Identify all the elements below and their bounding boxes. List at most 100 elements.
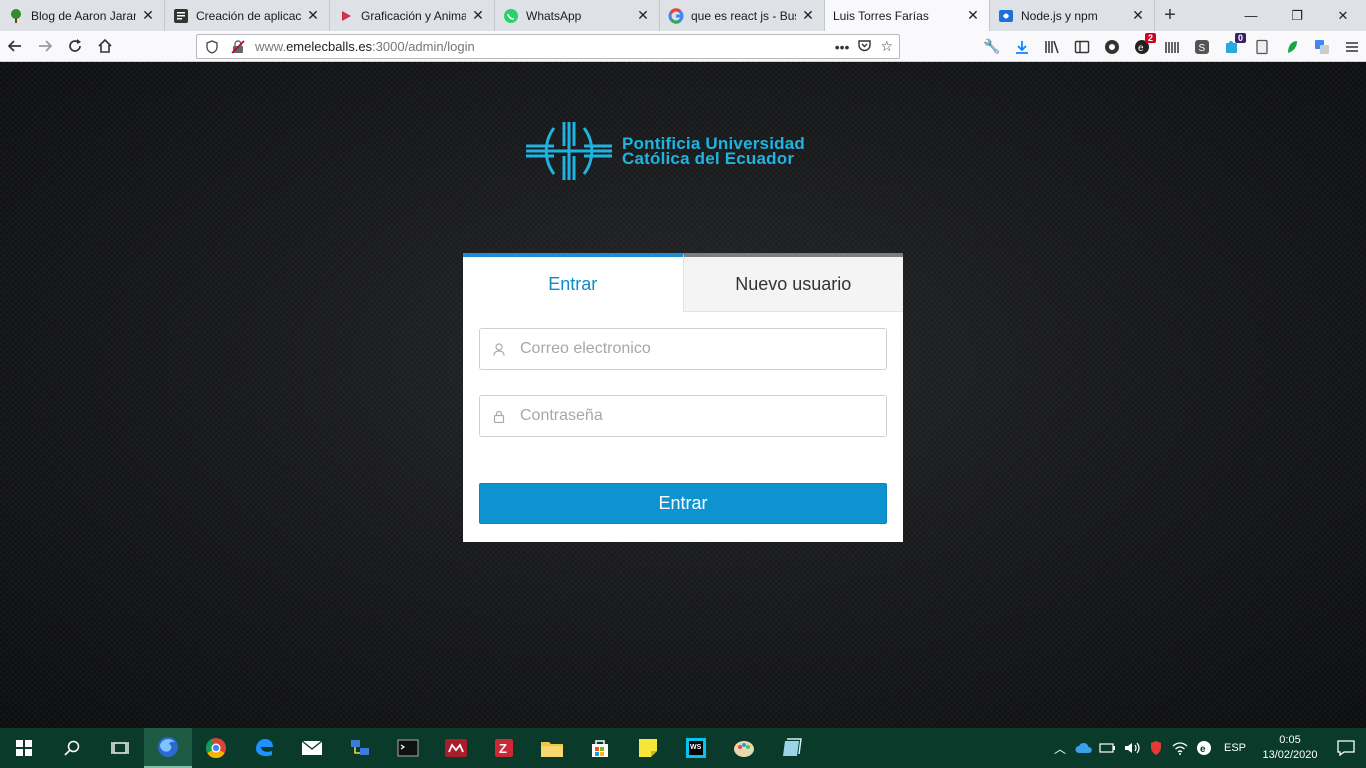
clock-date: 13/02/2020 — [1262, 749, 1318, 761]
extension-circle-icon[interactable] — [1100, 35, 1124, 59]
close-icon[interactable]: ✕ — [965, 7, 981, 24]
taskbar-network-app[interactable] — [336, 728, 384, 768]
taskbar-terminal[interactable] — [384, 728, 432, 768]
taskbar-webstorm[interactable]: WS — [672, 728, 720, 768]
close-window-button[interactable]: ✕ — [1320, 0, 1366, 31]
taskbar-edge[interactable] — [240, 728, 288, 768]
taskbar-firefox[interactable] — [144, 728, 192, 768]
taskbar-chrome[interactable] — [192, 728, 240, 768]
insecure-lock-icon[interactable] — [227, 39, 249, 54]
search-button[interactable] — [48, 728, 96, 768]
tab-title: Blog de Aaron Jaramillo — [31, 8, 136, 23]
bookmark-star-icon[interactable]: ☆ — [880, 38, 893, 55]
taskbar-file-explorer[interactable] — [528, 728, 576, 768]
extension-s-icon[interactable]: S — [1190, 35, 1214, 59]
action-center-button[interactable] — [1326, 728, 1366, 768]
url-path: :3000/admin/login — [372, 39, 475, 54]
sidebar-icon[interactable] — [1070, 35, 1094, 59]
browser-tab[interactable]: Blog de Aaron Jaramillo ✕ — [0, 0, 165, 31]
wrench-icon[interactable]: 🔧 — [980, 35, 1004, 59]
pocket-icon[interactable] — [857, 38, 872, 56]
taskbar-store[interactable] — [576, 728, 624, 768]
library-icon[interactable] — [1040, 35, 1064, 59]
browser-tab[interactable]: Node.js y npm ✕ — [990, 0, 1155, 31]
svg-text:e: e — [1200, 744, 1206, 755]
zotero-icon: Z — [495, 739, 513, 757]
taskbar-zotero[interactable]: Z — [480, 728, 528, 768]
reload-icon — [69, 39, 81, 52]
url-actions: ••• ☆ — [835, 38, 893, 56]
email-field[interactable] — [479, 328, 887, 370]
taskbar-notes-app[interactable] — [768, 728, 816, 768]
extension-bars-icon[interactable] — [1160, 35, 1184, 59]
task-view-button[interactable] — [96, 728, 144, 768]
tab-register[interactable]: Nuevo usuario — [682, 253, 903, 312]
email-input[interactable] — [520, 340, 880, 358]
close-icon[interactable]: ✕ — [470, 7, 486, 24]
browser-tab[interactable]: que es react js - Buscar ✕ — [660, 0, 825, 31]
address-bar[interactable]: www.emelecballs.es:3000/admin/login ••• … — [196, 34, 900, 59]
tab-title: Creación de aplicaciones — [196, 8, 301, 23]
extension-leaf-icon[interactable] — [1280, 35, 1304, 59]
windows-start-button[interactable] — [0, 728, 48, 768]
browser-tab[interactable]: Creación de aplicaciones ✕ — [165, 0, 330, 31]
more-actions-icon[interactable]: ••• — [835, 39, 850, 55]
search-icon — [64, 740, 80, 756]
taskbar-paint[interactable] — [720, 728, 768, 768]
input-language[interactable]: ESP — [1216, 742, 1254, 754]
minimize-button[interactable]: — — [1228, 0, 1274, 31]
extension-toolbar: 🔧 e 2 S 0 — [980, 31, 1364, 62]
svg-text:WS: WS — [690, 744, 702, 751]
edge-e-tray-icon[interactable]: e — [1192, 728, 1216, 768]
close-icon[interactable]: ✕ — [140, 7, 156, 24]
close-icon[interactable]: ✕ — [800, 7, 816, 24]
restore-button[interactable]: ❐ — [1274, 0, 1320, 31]
forward-button[interactable] — [30, 32, 60, 60]
close-icon[interactable]: ✕ — [635, 7, 651, 24]
taskbar-sticky-notes[interactable] — [624, 728, 672, 768]
password-field[interactable] — [479, 395, 887, 437]
taskbar-mail[interactable] — [288, 728, 336, 768]
close-icon[interactable]: ✕ — [1130, 7, 1146, 24]
system-clock[interactable]: 0:05 13/02/2020 — [1254, 733, 1326, 763]
extension-puzzle-icon[interactable]: 0 — [1220, 32, 1246, 59]
power-plug-icon[interactable] — [1096, 728, 1120, 768]
show-hidden-icons-chevron-up-icon[interactable]: ︿ — [1048, 728, 1072, 768]
webstorm-icon: WS — [686, 738, 706, 758]
download-icon[interactable] — [1010, 35, 1034, 59]
system-tray: ︿ e ESP 0:05 13/02/2020 — [1048, 728, 1366, 768]
tab-login[interactable]: Entrar — [463, 253, 683, 312]
menu-hamburger-icon[interactable] — [1340, 35, 1364, 59]
svg-text:e: e — [1138, 43, 1144, 54]
logo-text: Pontificia Universidad Católica del Ecua… — [622, 135, 805, 167]
login-submit-button[interactable]: Entrar — [479, 483, 887, 524]
reload-button[interactable] — [60, 32, 90, 60]
browser-tab[interactable]: Graficación y Animación ✕ — [330, 0, 495, 31]
password-input[interactable] — [520, 407, 880, 425]
arrow-right-icon — [39, 40, 53, 52]
google-icon — [668, 7, 684, 24]
volume-icon[interactable] — [1120, 728, 1144, 768]
notes-stack-icon — [783, 738, 802, 756]
taskbar-mendeley[interactable] — [432, 728, 480, 768]
browser-tab[interactable]: WhatsApp ✕ — [495, 0, 660, 31]
windows-logo-icon — [16, 740, 32, 756]
extension-doc-icon[interactable] — [1250, 35, 1274, 59]
new-tab-button[interactable]: + — [1155, 0, 1185, 31]
shield-icon[interactable] — [203, 39, 221, 54]
security-shield-icon[interactable] — [1144, 728, 1168, 768]
login-card: Entrar Nuevo usuario Entrar — [463, 253, 903, 542]
translate-icon[interactable] — [1310, 35, 1334, 59]
browser-tab-active[interactable]: Luis Torres Farías ✕ — [825, 0, 990, 31]
tab-title: Graficación y Animación — [361, 8, 466, 23]
navigation-toolbar: www.emelecballs.es:3000/admin/login ••• … — [0, 31, 1366, 62]
onedrive-cloud-icon[interactable] — [1072, 728, 1096, 768]
wifi-icon[interactable] — [1168, 728, 1192, 768]
chrome-icon — [205, 738, 226, 759]
close-icon[interactable]: ✕ — [305, 7, 321, 24]
extension-e-icon[interactable]: e 2 — [1130, 32, 1156, 59]
back-button[interactable] — [0, 32, 30, 60]
doc-icon — [173, 8, 189, 24]
mail-icon — [301, 740, 323, 755]
home-button[interactable] — [90, 32, 120, 60]
